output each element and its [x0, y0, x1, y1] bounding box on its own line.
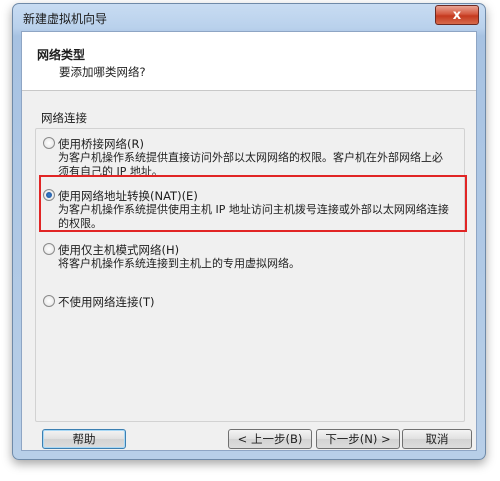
option-label: 不使用网络连接(T): [58, 295, 155, 309]
group-title: 网络连接: [41, 111, 87, 125]
option-label: 使用仅主机模式网络(H): [58, 243, 180, 257]
radio-host-only[interactable]: [43, 243, 55, 255]
dialog-body: 网络类型 要添加哪类网络? 网络连接 使用桥接网络(R) 为客户机操作系统提供直…: [21, 31, 477, 451]
page-title: 网络类型: [37, 48, 86, 62]
close-button[interactable]: x: [435, 5, 479, 25]
page-subtitle: 要添加哪类网络?: [59, 65, 146, 79]
cancel-button[interactable]: 取消: [402, 429, 472, 449]
radio-no-network[interactable]: [43, 295, 55, 307]
wizard-window: 新建虚拟机向导 x 网络类型 要添加哪类网络? 网络连接 使用桥接网络(R) 为…: [12, 3, 486, 460]
option-label: 使用网络地址转换(NAT)(E): [58, 189, 198, 203]
close-icon: x: [452, 7, 462, 23]
title-bar[interactable]: 新建虚拟机向导 x: [13, 4, 485, 30]
radio-bridged[interactable]: [43, 137, 55, 149]
option-label: 使用桥接网络(R): [58, 137, 144, 151]
wizard-header: 网络类型 要添加哪类网络?: [22, 32, 476, 91]
option-description: 为客户机操作系统提供使用主机 IP 地址访问主机拨号连接或外部以太网网络连接的权…: [58, 203, 449, 230]
next-button[interactable]: 下一步(N) >: [316, 429, 400, 449]
back-button[interactable]: < 上一步(B): [228, 429, 312, 449]
option-description: 将客户机操作系统连接到主机上的专用虚拟网络。: [58, 257, 300, 270]
window-title: 新建虚拟机向导: [23, 12, 108, 26]
help-button[interactable]: 帮助: [42, 429, 126, 449]
radio-nat[interactable]: [43, 189, 55, 201]
